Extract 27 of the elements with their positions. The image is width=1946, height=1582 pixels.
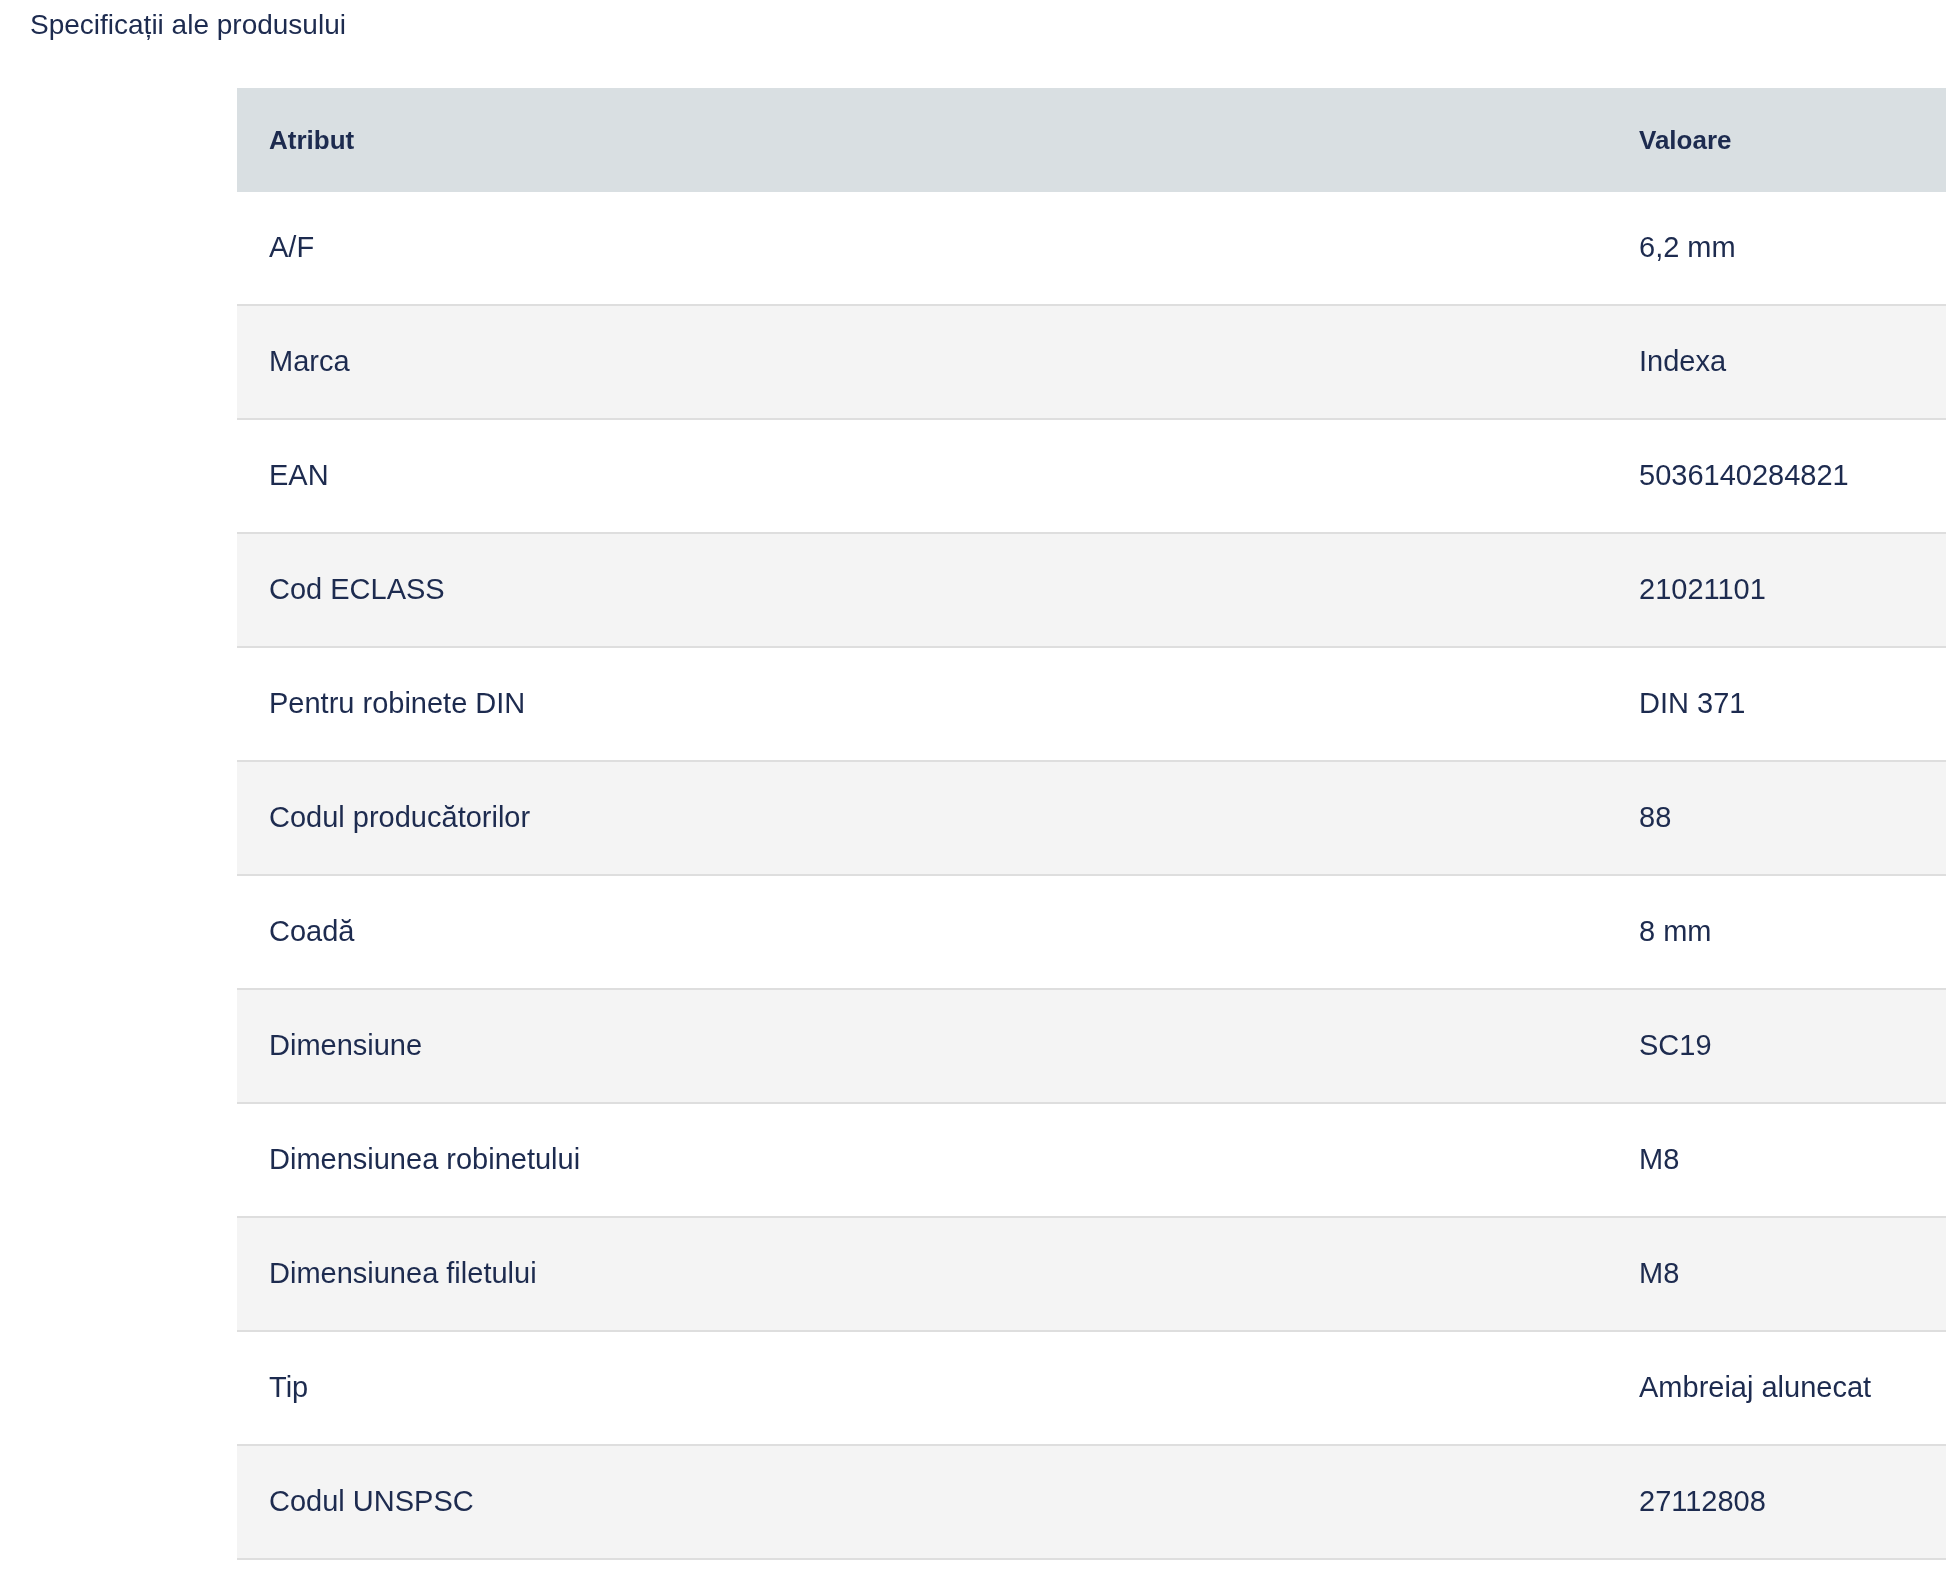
table-cell-text: Tip: [269, 1370, 309, 1406]
table-cell-text: Indexa: [1639, 344, 1727, 380]
table-cell-text: 5036140284821: [1639, 458, 1849, 494]
column-header: Valoare: [1639, 123, 1732, 157]
table-cell-text: 6,2 mm: [1639, 230, 1736, 266]
table-cell-text: Dimensiune: [269, 1028, 423, 1064]
table-cell-text: Ambreiaj alunecat: [1639, 1370, 1872, 1406]
table-cell-text: Dimensiunea filetului: [269, 1256, 537, 1292]
column-header: Atribut: [269, 123, 355, 157]
table-cell-text: Marca: [269, 344, 350, 380]
table-cell-text: M8: [1639, 1256, 1680, 1292]
table-cell-text: 88: [1639, 800, 1672, 836]
table-cell-text: 27112808: [1639, 1484, 1766, 1520]
table-cell-text: EAN: [269, 458, 329, 494]
table-cell-text: Coadă: [269, 914, 355, 950]
table-cell-text: DIN 371: [1639, 686, 1746, 722]
table-cell-text: Codul UNSPSC: [269, 1484, 474, 1520]
table-cell-text: Codul producătorilor: [269, 800, 531, 836]
section-title: Specificații ale produsului: [30, 8, 346, 42]
table-cell-text: M8: [1639, 1142, 1680, 1178]
table-cell-text: A/F: [269, 230, 315, 266]
table-cell-text: 8 mm: [1639, 914, 1712, 950]
table-cell-text: Cod ECLASS: [269, 572, 445, 608]
table-cell-text: 21021101: [1639, 572, 1766, 608]
table-cell-text: Pentru robinete DIN: [269, 686, 526, 722]
table-cell-text: Dimensiunea robinetului: [269, 1142, 581, 1178]
table-cell-text: SC19: [1639, 1028, 1712, 1064]
